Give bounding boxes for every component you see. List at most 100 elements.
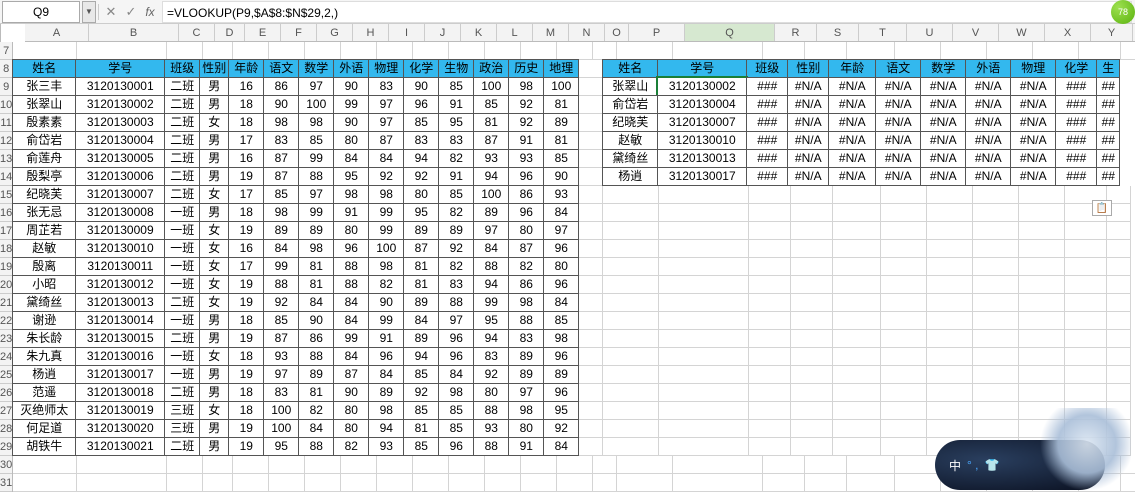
cell-Y27[interactable] (1065, 402, 1107, 420)
cell-S20[interactable] (791, 276, 833, 294)
cell-W8[interactable]: 外语 (965, 59, 1011, 78)
grid[interactable]: 姓名学号班级性别年龄语文数学外语物理化学生物政治历史地理姓名学号班级性别年龄语文… (13, 42, 1135, 492)
col-header-N[interactable]: N (569, 24, 605, 41)
cell-D19[interactable]: 女 (199, 257, 229, 276)
cell-I31[interactable] (377, 474, 413, 492)
cell-N7[interactable] (557, 42, 593, 60)
cell-J19[interactable]: 81 (403, 257, 439, 276)
cell-A23[interactable]: 朱长龄 (12, 329, 76, 348)
cell-S14[interactable]: #N/A (787, 167, 829, 186)
cell-C29[interactable]: 二班 (164, 437, 200, 456)
cell-Z8[interactable]: 生 (1096, 59, 1120, 78)
cell-N26[interactable]: 96 (543, 383, 579, 402)
cell-P23[interactable] (603, 330, 659, 348)
cell-D15[interactable]: 女 (199, 185, 229, 204)
cell-A22[interactable]: 谢逊 (12, 311, 76, 330)
cell-O19[interactable] (579, 258, 603, 276)
col-header-W[interactable]: W (999, 24, 1045, 41)
cell-K14[interactable]: 91 (438, 167, 474, 186)
cell-J22[interactable]: 84 (403, 311, 439, 330)
cell-I25[interactable]: 84 (368, 365, 404, 384)
cell-X17[interactable] (1019, 222, 1065, 240)
name-box[interactable]: Q9 (2, 1, 80, 23)
cell-L30[interactable] (485, 456, 521, 474)
cell-A15[interactable]: 纪晓芙 (12, 185, 76, 204)
cell-N16[interactable]: 84 (543, 203, 579, 222)
cell-O23[interactable] (579, 330, 603, 348)
cell-T7[interactable] (847, 42, 895, 60)
cell-B16[interactable]: 3120130008 (75, 203, 165, 222)
cell-R7[interactable] (763, 42, 805, 60)
cell-Q21[interactable] (659, 294, 749, 312)
cell-I13[interactable]: 84 (368, 149, 404, 168)
cell-T16[interactable] (833, 204, 881, 222)
cell-T9[interactable]: #N/A (828, 77, 876, 96)
cell-F12[interactable]: 83 (263, 131, 299, 150)
row-header-21[interactable]: 21 (0, 294, 12, 312)
cell-X26[interactable] (1019, 384, 1065, 402)
cell-D30[interactable] (203, 456, 233, 474)
cell-N15[interactable]: 93 (543, 185, 579, 204)
cell-U25[interactable] (881, 366, 927, 384)
cell-C28[interactable]: 三班 (164, 419, 200, 438)
cell-I18[interactable]: 100 (368, 239, 404, 258)
cell-V10[interactable]: #N/A (920, 95, 966, 114)
col-header-G[interactable]: G (317, 24, 353, 41)
cell-A29[interactable]: 胡铁牛 (12, 437, 76, 456)
cell-N25[interactable]: 89 (543, 365, 579, 384)
cell-L25[interactable]: 92 (473, 365, 509, 384)
cell-W15[interactable] (973, 186, 1019, 204)
cell-E10[interactable]: 18 (228, 95, 264, 114)
cell-N13[interactable]: 85 (543, 149, 579, 168)
cell-D23[interactable]: 男 (199, 329, 229, 348)
cell-C30[interactable] (167, 456, 203, 474)
cell-U13[interactable]: #N/A (875, 149, 921, 168)
fx-icon[interactable]: fx (141, 5, 159, 19)
cell-C16[interactable]: 一班 (164, 203, 200, 222)
cell-K25[interactable]: 84 (438, 365, 474, 384)
cell-F29[interactable]: 95 (263, 437, 299, 456)
cell-U27[interactable] (881, 402, 927, 420)
cell-Q10[interactable]: 3120130004 (657, 95, 747, 114)
cell-Y10[interactable]: ### (1055, 95, 1097, 114)
cell-T12[interactable]: #N/A (828, 131, 876, 150)
cell-X24[interactable] (1019, 348, 1065, 366)
cell-U17[interactable] (881, 222, 927, 240)
row-header-26[interactable]: 26 (0, 384, 12, 402)
cell-Q24[interactable] (659, 348, 749, 366)
cell-U12[interactable]: #N/A (875, 131, 921, 150)
cell-O26[interactable] (579, 384, 603, 402)
cell-N19[interactable]: 80 (543, 257, 579, 276)
cell-B20[interactable]: 3120130012 (75, 275, 165, 294)
cell-M10[interactable]: 92 (508, 95, 544, 114)
cell-R11[interactable]: ### (746, 113, 788, 132)
cell-R31[interactable] (763, 474, 805, 492)
cell-B21[interactable]: 3120130013 (75, 293, 165, 312)
accept-icon[interactable]: ✓ (121, 4, 141, 20)
name-box-dropdown[interactable]: ▼ (82, 1, 96, 23)
cell-S23[interactable] (791, 330, 833, 348)
cell-Y17[interactable] (1065, 222, 1107, 240)
cell-S7[interactable] (805, 42, 847, 60)
cell-V23[interactable] (927, 330, 973, 348)
cell-E22[interactable]: 18 (228, 311, 264, 330)
cell-N28[interactable]: 92 (543, 419, 579, 438)
col-header-L[interactable]: L (497, 24, 533, 41)
cell-L27[interactable]: 88 (473, 401, 509, 420)
cell-E24[interactable]: 18 (228, 347, 264, 366)
row-header-22[interactable]: 22 (0, 312, 12, 330)
cell-S11[interactable]: #N/A (787, 113, 829, 132)
row-header-20[interactable]: 20 (0, 276, 12, 294)
cell-M28[interactable]: 80 (508, 419, 544, 438)
cell-O7[interactable] (593, 42, 617, 60)
cell-V14[interactable]: #N/A (920, 167, 966, 186)
cell-Q28[interactable] (659, 420, 749, 438)
cell-G10[interactable]: 100 (298, 95, 334, 114)
cell-P12[interactable]: 赵敏 (602, 131, 658, 150)
cell-S10[interactable]: #N/A (787, 95, 829, 114)
cell-H16[interactable]: 91 (333, 203, 369, 222)
cell-H23[interactable]: 99 (333, 329, 369, 348)
cell-W22[interactable] (973, 312, 1019, 330)
cell-B13[interactable]: 3120130005 (75, 149, 165, 168)
cell-N30[interactable] (557, 456, 593, 474)
